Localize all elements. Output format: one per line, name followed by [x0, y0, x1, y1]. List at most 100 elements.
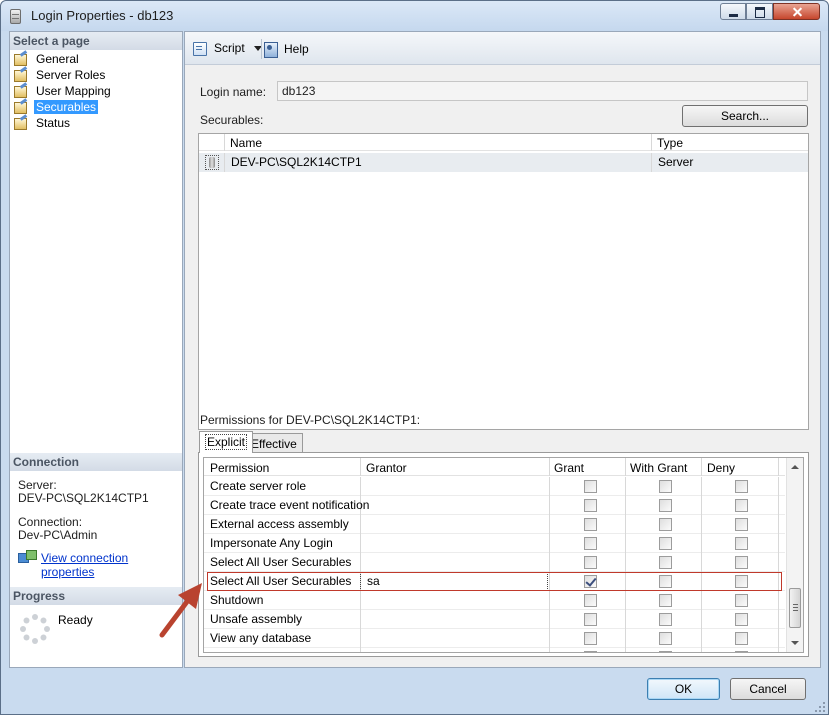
with-grant-checkbox[interactable] [659, 651, 672, 652]
deny-checkbox[interactable] [735, 518, 748, 531]
column-header-with-grant[interactable]: With Grant [630, 461, 687, 475]
grant-checkbox[interactable] [584, 651, 597, 652]
window-title: Login Properties - db123 [31, 8, 174, 23]
server-icon [205, 155, 219, 170]
toolbar: Script Help [185, 32, 820, 65]
grant-checkbox[interactable] [584, 480, 597, 493]
title-bar[interactable]: Login Properties - db123 [1, 1, 828, 31]
table-row[interactable]: Impersonate Any Login [204, 534, 785, 553]
table-row[interactable]: Shutdown [204, 591, 785, 610]
tab-effective-label: Effective [251, 437, 297, 451]
permission-name: Unsafe assembly [210, 612, 303, 626]
table-row[interactable]: Unsafe assembly [204, 610, 785, 629]
column-header-grant[interactable]: Grant [554, 461, 584, 475]
grant-checkbox[interactable] [584, 537, 597, 550]
grant-checkbox[interactable] [584, 594, 597, 607]
table-row[interactable]: Select All User Securables sa [204, 572, 785, 591]
deny-checkbox[interactable] [735, 613, 748, 626]
search-button[interactable]: Search... [682, 105, 808, 127]
deny-checkbox[interactable] [735, 632, 748, 645]
with-grant-checkbox[interactable] [659, 537, 672, 550]
page-item-securables[interactable]: Securables [13, 99, 99, 115]
permission-name: Create trace event notification [210, 498, 370, 512]
with-grant-checkbox[interactable] [659, 518, 672, 531]
connection-value: Dev-PC\Admin [18, 528, 98, 542]
securables-label: Securables: [200, 113, 264, 127]
deny-checkbox[interactable] [735, 594, 748, 607]
view-connection-properties-link[interactable]: View connection properties [41, 551, 182, 579]
grant-checkbox[interactable] [584, 499, 597, 512]
grant-checkbox[interactable] [584, 613, 597, 626]
page-item-status[interactable]: Status [13, 115, 72, 131]
page-label: User Mapping [36, 84, 111, 98]
page-label: Securables [34, 100, 99, 114]
page-icon [13, 100, 29, 114]
permission-name: External access assembly [210, 517, 349, 531]
grant-checkbox[interactable] [584, 556, 597, 569]
column-header-grantor[interactable]: Grantor [366, 461, 407, 475]
toolbar-separator [261, 39, 262, 59]
maximize-button[interactable] [746, 3, 773, 20]
table-row[interactable]: View any definition [204, 648, 785, 652]
page-item-general[interactable]: General [13, 51, 81, 67]
deny-checkbox[interactable] [735, 499, 748, 512]
help-button[interactable]: Help [264, 41, 309, 58]
with-grant-checkbox[interactable] [659, 499, 672, 512]
close-button[interactable] [773, 3, 820, 20]
tab-effective[interactable]: Effective [245, 433, 303, 453]
table-row[interactable]: Create server role [204, 477, 785, 496]
column-header-deny[interactable]: Deny [707, 461, 735, 475]
column-header-type[interactable]: Type [657, 136, 683, 150]
page-item-server-roles[interactable]: Server Roles [13, 67, 107, 83]
table-row[interactable]: Create trace event notification [204, 496, 785, 515]
table-row[interactable]: External access assembly [204, 515, 785, 534]
select-page-header: Select a page [10, 32, 182, 50]
page-icon [13, 68, 29, 82]
scroll-up-icon[interactable] [791, 465, 799, 469]
table-row[interactable]: DEV-PC\SQL2K14CTP1 Server [199, 153, 808, 172]
resize-grip-icon[interactable] [816, 703, 826, 713]
with-grant-checkbox[interactable] [659, 613, 672, 626]
deny-checkbox[interactable] [735, 480, 748, 493]
cancel-button[interactable]: Cancel [730, 678, 806, 700]
column-header-name[interactable]: Name [230, 136, 262, 150]
minimize-button[interactable] [720, 3, 746, 20]
right-panel: Script Help Login name: db123 Securables… [184, 31, 821, 668]
page-icon [13, 84, 29, 98]
help-icon [264, 41, 280, 58]
page-icon [13, 52, 29, 66]
deny-checkbox[interactable] [735, 651, 748, 652]
with-grant-checkbox[interactable] [659, 556, 672, 569]
deny-checkbox[interactable] [735, 556, 748, 569]
highlight-box [207, 572, 782, 591]
with-grant-checkbox[interactable] [659, 480, 672, 493]
securables-grid: Name Type DEV-PC\SQL2K14CTP1 Server [198, 133, 809, 430]
page-label: General [36, 52, 79, 66]
grant-checkbox[interactable] [584, 518, 597, 531]
script-button[interactable]: Script [192, 41, 262, 56]
left-panel: Select a page General Server Roles User … [9, 31, 183, 668]
deny-checkbox[interactable] [735, 537, 748, 550]
table-row[interactable]: View any database [204, 629, 785, 648]
login-name-field[interactable]: db123 [277, 81, 808, 101]
securable-name: DEV-PC\SQL2K14CTP1 [231, 155, 362, 169]
scroll-thumb[interactable] [789, 588, 801, 628]
table-row[interactable]: Select All User Securables [204, 553, 785, 572]
securables-header: Name Type [199, 134, 808, 151]
permission-name: Create server role [210, 479, 307, 493]
column-header-permission[interactable]: Permission [210, 461, 269, 475]
permissions-scrollbar[interactable] [786, 458, 803, 652]
scroll-down-icon[interactable] [791, 641, 799, 645]
permission-name: View any definition [210, 650, 310, 652]
permissions-label: Permissions for DEV-PC\SQL2K14CTP1: [200, 413, 421, 427]
with-grant-checkbox[interactable] [659, 594, 672, 607]
tab-explicit[interactable]: Explicit [199, 431, 254, 453]
page-item-user-mapping[interactable]: User Mapping [13, 83, 113, 99]
script-icon [192, 41, 210, 56]
grant-checkbox[interactable] [584, 632, 597, 645]
with-grant-checkbox[interactable] [659, 632, 672, 645]
ok-button[interactable]: OK [647, 678, 720, 700]
annotation-arrow-icon [159, 583, 202, 638]
progress-status: Ready [58, 613, 93, 627]
help-label: Help [284, 42, 309, 56]
